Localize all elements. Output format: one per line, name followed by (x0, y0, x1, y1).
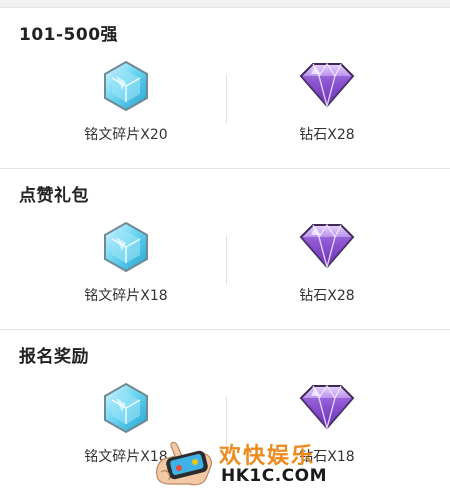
item-divider (226, 235, 227, 285)
section-title: 报名奖励 (19, 347, 89, 367)
gamepad-hand-icon (156, 441, 212, 486)
section-title: 101-500强 (19, 25, 119, 45)
reward-section-likes-pack: 点赞礼包 铭文碎片X18 钻石X28 (0, 169, 450, 330)
diamond-icon (299, 384, 355, 430)
item-divider (226, 74, 227, 124)
reward-item-inscription-shard: 铭文碎片X20 (41, 60, 211, 160)
reward-label: 钻石X28 (299, 288, 355, 304)
inscription-shard-icon (104, 60, 148, 112)
reward-label: 铭文碎片X20 (84, 127, 168, 143)
reward-label: 钻石X28 (299, 127, 355, 143)
top-separator (0, 0, 450, 8)
reward-item-diamond: 钻石X28 (242, 221, 412, 321)
reward-item-inscription-shard: 铭文碎片X18 (41, 221, 211, 321)
diamond-icon (299, 223, 355, 269)
section-title: 点赞礼包 (19, 186, 89, 206)
reward-item-diamond: 钻石X28 (242, 60, 412, 160)
inscription-shard-icon (104, 221, 148, 273)
reward-label: 铭文碎片X18 (84, 288, 168, 304)
watermark-logo: 欢快娱乐 HK1C.COM (153, 432, 327, 491)
reward-section-top-101-500: 101-500强 铭文碎片X20 钻石X28 (0, 8, 450, 169)
brand-site: HK1C.COM (221, 466, 328, 486)
inscription-shard-icon (104, 382, 148, 434)
diamond-icon (299, 62, 355, 108)
